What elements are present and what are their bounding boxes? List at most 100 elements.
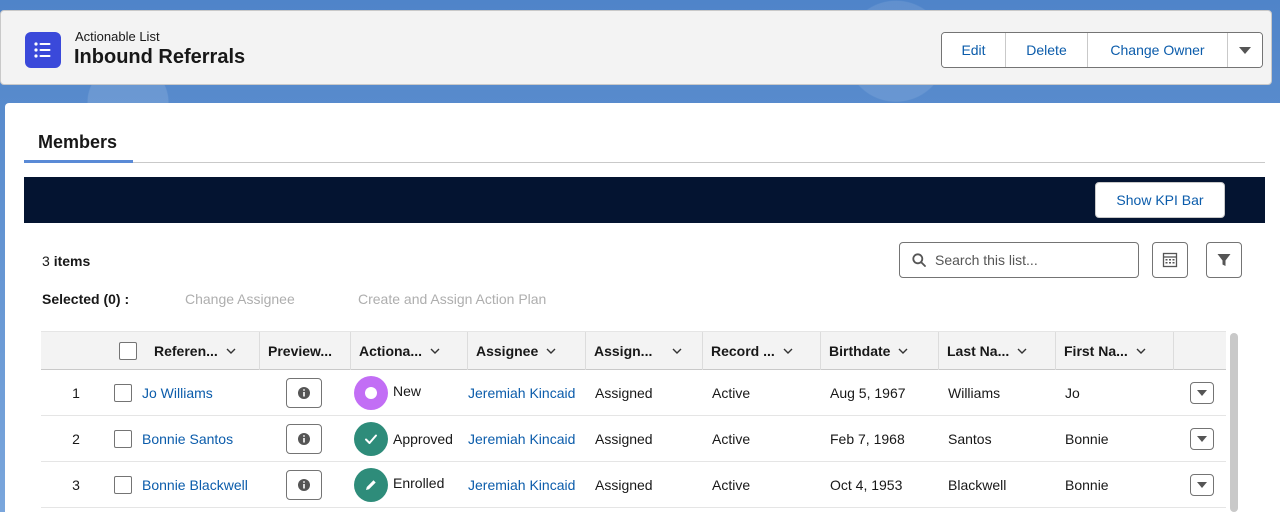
show-kpi-bar-button[interactable]: Show KPI Bar (1095, 182, 1225, 218)
search-box (899, 242, 1139, 278)
header-actions: Edit Delete Change Owner (941, 32, 1263, 68)
change-owner-button[interactable]: Change Owner (1088, 33, 1228, 67)
row-checkbox[interactable] (114, 416, 132, 462)
status-label: Approved (393, 431, 453, 447)
reference-link[interactable]: Jo Williams (142, 370, 213, 416)
chevron-down-icon (1197, 436, 1207, 442)
row-actions-button[interactable] (1190, 416, 1214, 462)
chevron-down-icon (1197, 390, 1207, 396)
edit-button[interactable]: Edit (942, 33, 1006, 67)
header-label: Actiona... (359, 343, 423, 359)
object-type-label: Actionable List (75, 29, 160, 44)
first-name: Jo (1065, 385, 1080, 401)
delete-button[interactable]: Delete (1006, 33, 1088, 67)
last-name: Santos (948, 431, 992, 447)
header-preview[interactable]: Preview... (259, 332, 350, 370)
header-label: Record ... (711, 343, 775, 359)
items-count-suffix: items (53, 253, 91, 269)
header-label: Preview... (268, 343, 333, 359)
header-label: Birthdate (829, 343, 891, 359)
status-cell: New (354, 370, 421, 416)
create-action-plan-action[interactable]: Create and Assign Action Plan (358, 291, 546, 307)
tab-members[interactable]: Members (24, 129, 133, 163)
reference-link[interactable]: Bonnie Santos (142, 416, 233, 462)
header-actionable-status[interactable]: Actiona... (350, 332, 467, 370)
row-number: 3 (72, 477, 80, 493)
birthdate: Oct 4, 1953 (830, 477, 903, 493)
assignment-status: Assigned (595, 477, 653, 493)
header-row-actions (1173, 332, 1226, 370)
record-status: Active (712, 385, 751, 401)
record-header: Actionable List Inbound Referrals Edit D… (0, 10, 1272, 85)
record-status: Active (712, 431, 751, 447)
chevron-down-icon (672, 348, 682, 354)
table-scrollbar[interactable] (1230, 333, 1238, 512)
kpi-bar: Show KPI Bar (24, 177, 1265, 223)
search-input[interactable] (935, 252, 1125, 268)
header-reference[interactable]: Referen... (111, 332, 259, 370)
row-actions-button[interactable] (1190, 462, 1214, 508)
reference-link[interactable]: Bonnie Blackwell (142, 462, 248, 508)
first-name: Bonnie (1065, 477, 1109, 493)
preview-button[interactable] (286, 416, 322, 462)
chevron-down-icon (226, 348, 236, 354)
chevron-down-icon (898, 348, 908, 354)
chevron-down-icon (783, 348, 793, 354)
check-icon (354, 422, 388, 456)
change-assignee-action[interactable]: Change Assignee (185, 291, 295, 307)
status-label: New (393, 383, 422, 399)
more-actions-button[interactable] (1228, 33, 1262, 67)
assignee-link[interactable]: Jeremiah Kincaid (468, 416, 575, 462)
row-checkbox[interactable] (114, 370, 132, 416)
assignee-link[interactable]: Jeremiah Kincaid (468, 370, 575, 416)
chevron-down-icon (1017, 348, 1027, 354)
status-label: Enrolled (393, 475, 445, 491)
list-icon (25, 32, 61, 68)
selected-count: Selected (0) : (42, 291, 130, 307)
row-checkbox[interactable] (114, 462, 132, 508)
items-count-number: 3 (42, 253, 50, 269)
header-assignee[interactable]: Assignee (467, 332, 585, 370)
preview-button[interactable] (286, 462, 322, 508)
header-label: Assignee (476, 343, 539, 359)
header-row-number (41, 332, 111, 370)
header-birthdate[interactable]: Birthdate (820, 332, 938, 370)
header-record-status[interactable]: Record ... (702, 332, 820, 370)
info-icon (298, 433, 310, 445)
assignee-link[interactable]: Jeremiah Kincaid (468, 462, 575, 508)
assignment-status: Assigned (595, 385, 653, 401)
record-status: Active (712, 477, 751, 493)
table-icon (1162, 252, 1178, 268)
page-title: Inbound Referrals (74, 46, 246, 68)
header-first-name[interactable]: First Na... (1055, 332, 1173, 370)
tab-bar: Members (24, 129, 1265, 163)
row-actions-button[interactable] (1190, 370, 1214, 416)
row-number: 2 (72, 431, 80, 447)
header-label: Referen... (154, 343, 218, 359)
select-all-checkbox[interactable] (119, 342, 137, 360)
row-number: 1 (72, 385, 80, 401)
filter-icon (1217, 254, 1231, 266)
items-count: 3 items (42, 253, 90, 269)
table-row: 3 Bonnie Blackwell Enrolled Jeremiah Kin… (41, 462, 1226, 508)
header-last-name[interactable]: Last Na... (938, 332, 1055, 370)
first-name: Bonnie (1065, 431, 1109, 447)
chevron-down-icon (1136, 348, 1146, 354)
info-icon (298, 387, 310, 399)
filter-button[interactable] (1206, 242, 1242, 278)
last-name: Williams (948, 385, 1001, 401)
table-row: 2 Bonnie Santos Approved Jeremiah Kincai… (41, 416, 1226, 462)
main-card: Members Show KPI Bar 3 items Selected (0… (5, 103, 1280, 512)
chevron-down-icon (430, 348, 440, 354)
table-settings-button[interactable] (1152, 242, 1188, 278)
pencil-icon (354, 468, 388, 502)
chevron-down-icon (1239, 46, 1251, 54)
circle-icon (354, 376, 388, 410)
status-cell: Enrolled (354, 462, 444, 508)
table-row: 1 Jo Williams New Jeremiah Kincaid Assig… (41, 370, 1226, 416)
preview-button[interactable] (286, 370, 322, 416)
status-cell: Approved (354, 416, 453, 462)
header-label: First Na... (1064, 343, 1128, 359)
header-assignment-status[interactable]: Assign... (585, 332, 702, 370)
search-icon (912, 253, 926, 267)
